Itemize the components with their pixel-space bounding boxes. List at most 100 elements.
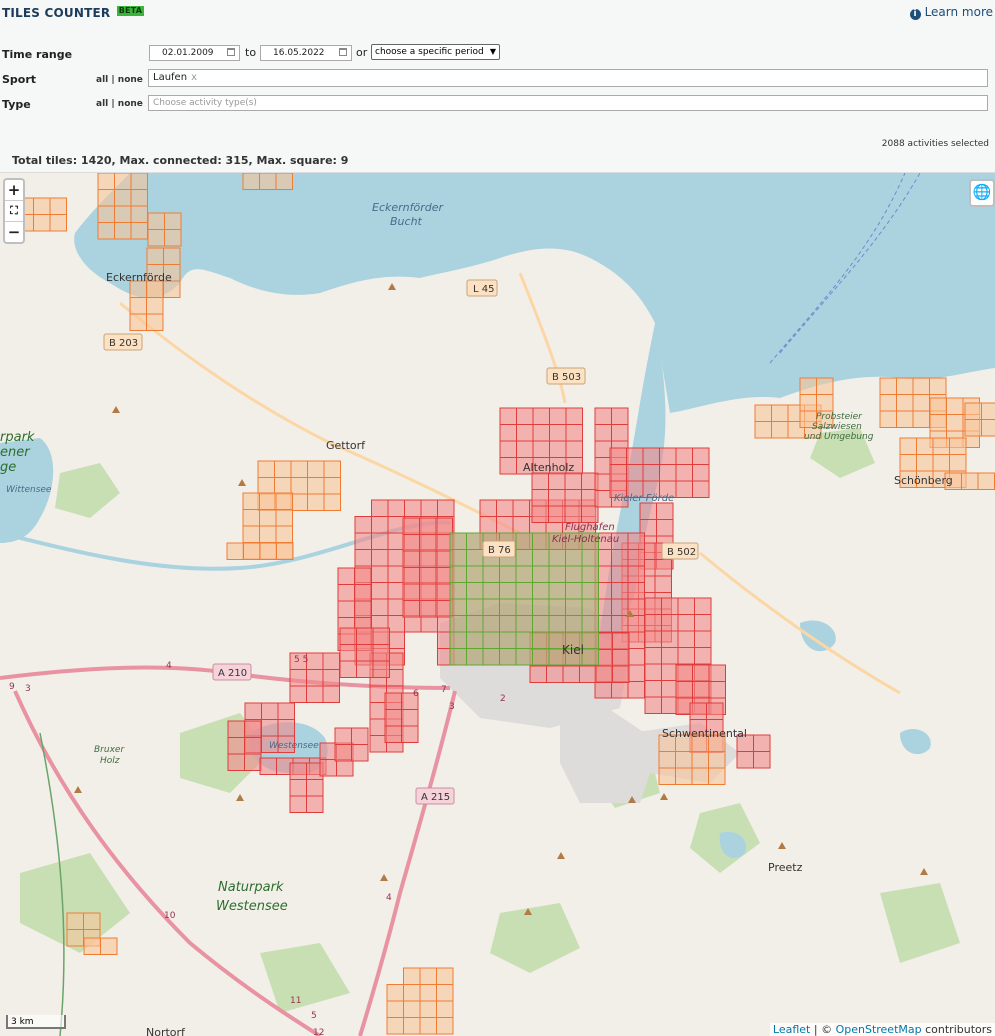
visited-tile [594,457,612,475]
label-gettorf: Gettorf [326,439,366,452]
visited-tile [661,630,679,648]
type-all-none-toggle[interactable]: all | none [96,99,143,109]
visited-tile [977,472,995,490]
calendar-icon[interactable] [339,48,347,56]
map-canvas[interactable]: L 45 B 203 B 503 B 76 B 502 A 210 A 215 … [0,173,995,1036]
visited-tile [436,984,454,1002]
visited-tile [899,454,917,472]
visited-tile [146,297,164,315]
sport-multiselect[interactable]: Laufen x [148,69,988,87]
visited-tile [658,751,676,769]
zoom-out-button[interactable]: − [5,222,23,242]
visited-tile [242,509,260,527]
osm-link[interactable]: OpenStreetMap [836,1023,922,1036]
visited-tile [479,516,497,534]
max-square-tile [532,615,550,633]
date-from-input[interactable]: 02.01.2009 [149,45,240,61]
max-square-tile [581,615,599,633]
visited-tile [692,681,710,699]
visited-tile [319,742,337,760]
label-naturpark-westensee: Westensee [216,899,288,914]
visited-tile [548,505,566,523]
visited-tile [257,477,275,495]
visited-tile [146,247,164,265]
visited-tile [694,647,712,665]
visited-tile [274,460,292,478]
visited-tile [354,567,372,585]
label-westensee: Westensee [269,741,319,751]
visited-tile [642,464,660,482]
zoom-in-button[interactable]: + [5,180,23,201]
visited-tile [401,725,419,743]
date-to-input[interactable]: 16.05.2022 [260,45,352,61]
visited-tile [627,664,645,682]
max-square-tile [565,582,583,600]
visited-tile [677,630,695,648]
type-multiselect[interactable]: Choose activity type(s) [148,95,988,111]
max-square-tile [482,631,500,649]
max-square-tile [532,532,550,550]
visited-tile [658,767,676,785]
remove-chip-icon[interactable]: x [191,72,197,83]
visited-tile [403,1017,421,1035]
globe-icon: 🌐 [972,183,992,201]
max-square-tile [581,598,599,616]
visited-tile [565,424,583,442]
visited-tile [531,489,549,507]
visited-tile [289,795,307,813]
leaflet-link[interactable]: Leaflet [773,1023,810,1036]
max-square-tile [515,565,533,583]
visited-tile [402,550,420,568]
sport-all-none-toggle[interactable]: all | none [96,75,143,85]
visited-tile [771,404,789,422]
visited-tile [675,464,693,482]
visited-tile [66,929,84,947]
visited-tile [323,493,341,511]
visited-tile [706,702,724,720]
visited-tile [949,454,967,472]
visited-tile [419,583,437,601]
visited-tile [675,664,693,682]
visited-tile [402,600,420,618]
visited-tile [276,542,294,560]
layers-button[interactable]: 🌐 [969,179,995,207]
visited-tile [337,567,355,585]
visited-tile [626,464,644,482]
visited-tile [499,440,517,458]
visited-tile [354,549,372,567]
visited-tile [916,437,934,455]
label-wittensee: Wittensee [6,485,52,495]
visited-tile [708,751,726,769]
fullscreen-button[interactable]: ⛶ [5,201,23,222]
zoom-controls: + ⛶ − [3,178,25,244]
visited-tile [114,222,132,240]
label-flughafen: Flughafen [565,522,615,533]
type-label: Type [2,98,31,111]
visited-tile [627,681,645,699]
visited-tile [387,615,405,633]
visited-tile [402,534,420,552]
visited-tile [337,584,355,602]
label-naturpark-left: rpark [0,430,35,445]
calendar-icon[interactable] [227,48,235,56]
visited-tile [163,247,181,265]
label-eckernfoerde: Eckernförde [106,271,172,284]
period-select[interactable]: choose a specific period ▼ [371,44,500,60]
visited-tile [334,727,352,745]
visited-tile [307,493,325,511]
visited-tile [336,759,354,777]
visited-tile [372,627,390,645]
visited-tile [130,189,148,207]
max-square-tile [515,648,533,666]
map-view[interactable]: L 45 B 203 B 503 B 76 B 502 A 210 A 215 … [0,173,995,1036]
visited-tile [611,565,629,583]
learn-more-link[interactable]: i Learn more [909,5,993,20]
visited-tile [420,499,438,517]
visited-tile [387,582,405,600]
visited-tile [114,205,132,223]
label-naturpark-left: ge [0,460,16,475]
visited-tile [419,517,437,535]
visited-tile [275,509,293,527]
visited-tile [306,795,324,813]
visited-tile [290,460,308,478]
